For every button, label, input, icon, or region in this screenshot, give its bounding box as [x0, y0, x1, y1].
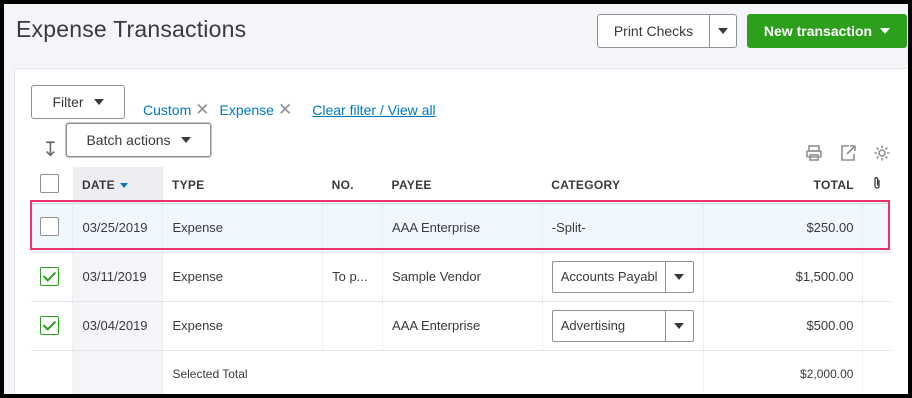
date-cell: 03/11/2019: [72, 252, 163, 302]
sort-desc-icon: [119, 183, 128, 189]
new-transaction-label: New transaction: [763, 23, 873, 39]
page-title: Expense Transactions: [16, 16, 247, 42]
filter-chip-expense: Expense ✕: [219, 101, 292, 118]
selected-total-label: Selected Total: [162, 350, 704, 394]
paperclip-icon: [872, 177, 882, 193]
table-header-row: DATE TYPE NO. PAYEE CATEGORY TOTAL: [31, 167, 891, 204]
chevron-down-icon: [718, 28, 728, 34]
attachment-cell: [862, 252, 891, 302]
column-header-total[interactable]: TOTAL: [703, 167, 863, 204]
empty-cell: [72, 350, 163, 394]
category-dropdown[interactable]: [664, 310, 693, 341]
column-header-payee[interactable]: PAYEE: [382, 167, 543, 204]
empty-cell: [862, 350, 891, 394]
type-cell: Expense: [162, 301, 323, 351]
export-icon[interactable]: [837, 142, 859, 164]
close-icon[interactable]: ✕: [195, 101, 209, 118]
column-header-date[interactable]: DATE: [72, 167, 163, 204]
category-select[interactable]: Advertising: [551, 309, 694, 342]
table-row[interactable]: 03/11/2019 Expense To p... Sample Vendor…: [31, 252, 891, 302]
app-frame: Expense Transactions Print Checks New tr…: [4, 4, 908, 394]
chevron-down-icon: [93, 99, 104, 105]
category-dropdown[interactable]: [664, 261, 693, 292]
row-checkbox[interactable]: [40, 267, 59, 286]
attachment-header: [862, 167, 891, 204]
print-icon[interactable]: [803, 142, 825, 164]
clear-filter-link[interactable]: Clear filter / View all: [312, 102, 435, 118]
column-header-label: DATE: [81, 177, 115, 192]
row-select-cell: [31, 301, 73, 351]
category-select-value: Accounts Payabl: [560, 269, 658, 284]
chip-label[interactable]: Expense: [219, 102, 273, 118]
empty-cell: [31, 350, 73, 394]
select-all-checkbox[interactable]: [40, 173, 59, 193]
chevron-down-icon: [674, 322, 685, 329]
column-header-no[interactable]: NO.: [322, 167, 383, 204]
attachment-cell: [862, 301, 891, 351]
chevron-down-icon: [880, 28, 891, 34]
payee-cell: AAA Enterprise: [382, 301, 543, 351]
selected-total-value: $2,000.00: [702, 350, 863, 394]
print-checks-dropdown[interactable]: [710, 15, 736, 47]
filter-label: Filter: [52, 94, 84, 110]
close-icon[interactable]: ✕: [278, 101, 292, 118]
filter-chips: Custom ✕ Expense ✕ Clear filter / View a…: [143, 101, 436, 118]
category-cell: Accounts Payabl: [541, 252, 704, 302]
chevron-down-icon: [180, 137, 191, 143]
category-select-value: Advertising: [560, 318, 626, 333]
no-cell: [322, 301, 383, 351]
batch-actions-button[interactable]: Batch actions: [66, 123, 211, 157]
category-cell: Advertising: [541, 301, 704, 351]
filter-button[interactable]: Filter: [31, 85, 125, 119]
chip-label[interactable]: Custom: [143, 102, 191, 118]
row-checkbox[interactable]: [40, 316, 59, 335]
date-cell: 03/04/2019: [72, 301, 163, 351]
type-cell: Expense: [162, 252, 323, 302]
batch-actions-label: Batch actions: [86, 132, 171, 148]
print-checks-split-button: Print Checks: [597, 14, 737, 48]
settings-icon[interactable]: [871, 142, 893, 164]
no-cell: To p...: [322, 252, 383, 302]
column-header-category[interactable]: CATEGORY: [542, 167, 704, 204]
row-select-cell: [31, 252, 73, 302]
payee-cell: Sample Vendor: [382, 252, 543, 302]
sort-arrow-icon[interactable]: ↧: [42, 137, 59, 162]
new-transaction-button[interactable]: New transaction: [747, 14, 907, 48]
row-highlight-annotation: [30, 200, 890, 250]
print-checks-button[interactable]: Print Checks: [598, 15, 710, 47]
table-tools: [803, 142, 893, 164]
filter-chip-custom: Custom ✕: [143, 101, 209, 118]
table-row[interactable]: 03/04/2019 Expense AAA Enterprise Advert…: [31, 301, 891, 351]
category-select[interactable]: Accounts Payabl: [551, 260, 694, 293]
total-cell: $1,500.00: [702, 252, 863, 302]
column-header-type[interactable]: TYPE: [162, 167, 323, 204]
select-all-header: [31, 167, 73, 204]
chevron-down-icon: [674, 273, 685, 280]
selected-total-row: Selected Total $2,000.00: [31, 350, 891, 394]
total-cell: $500.00: [702, 301, 863, 351]
